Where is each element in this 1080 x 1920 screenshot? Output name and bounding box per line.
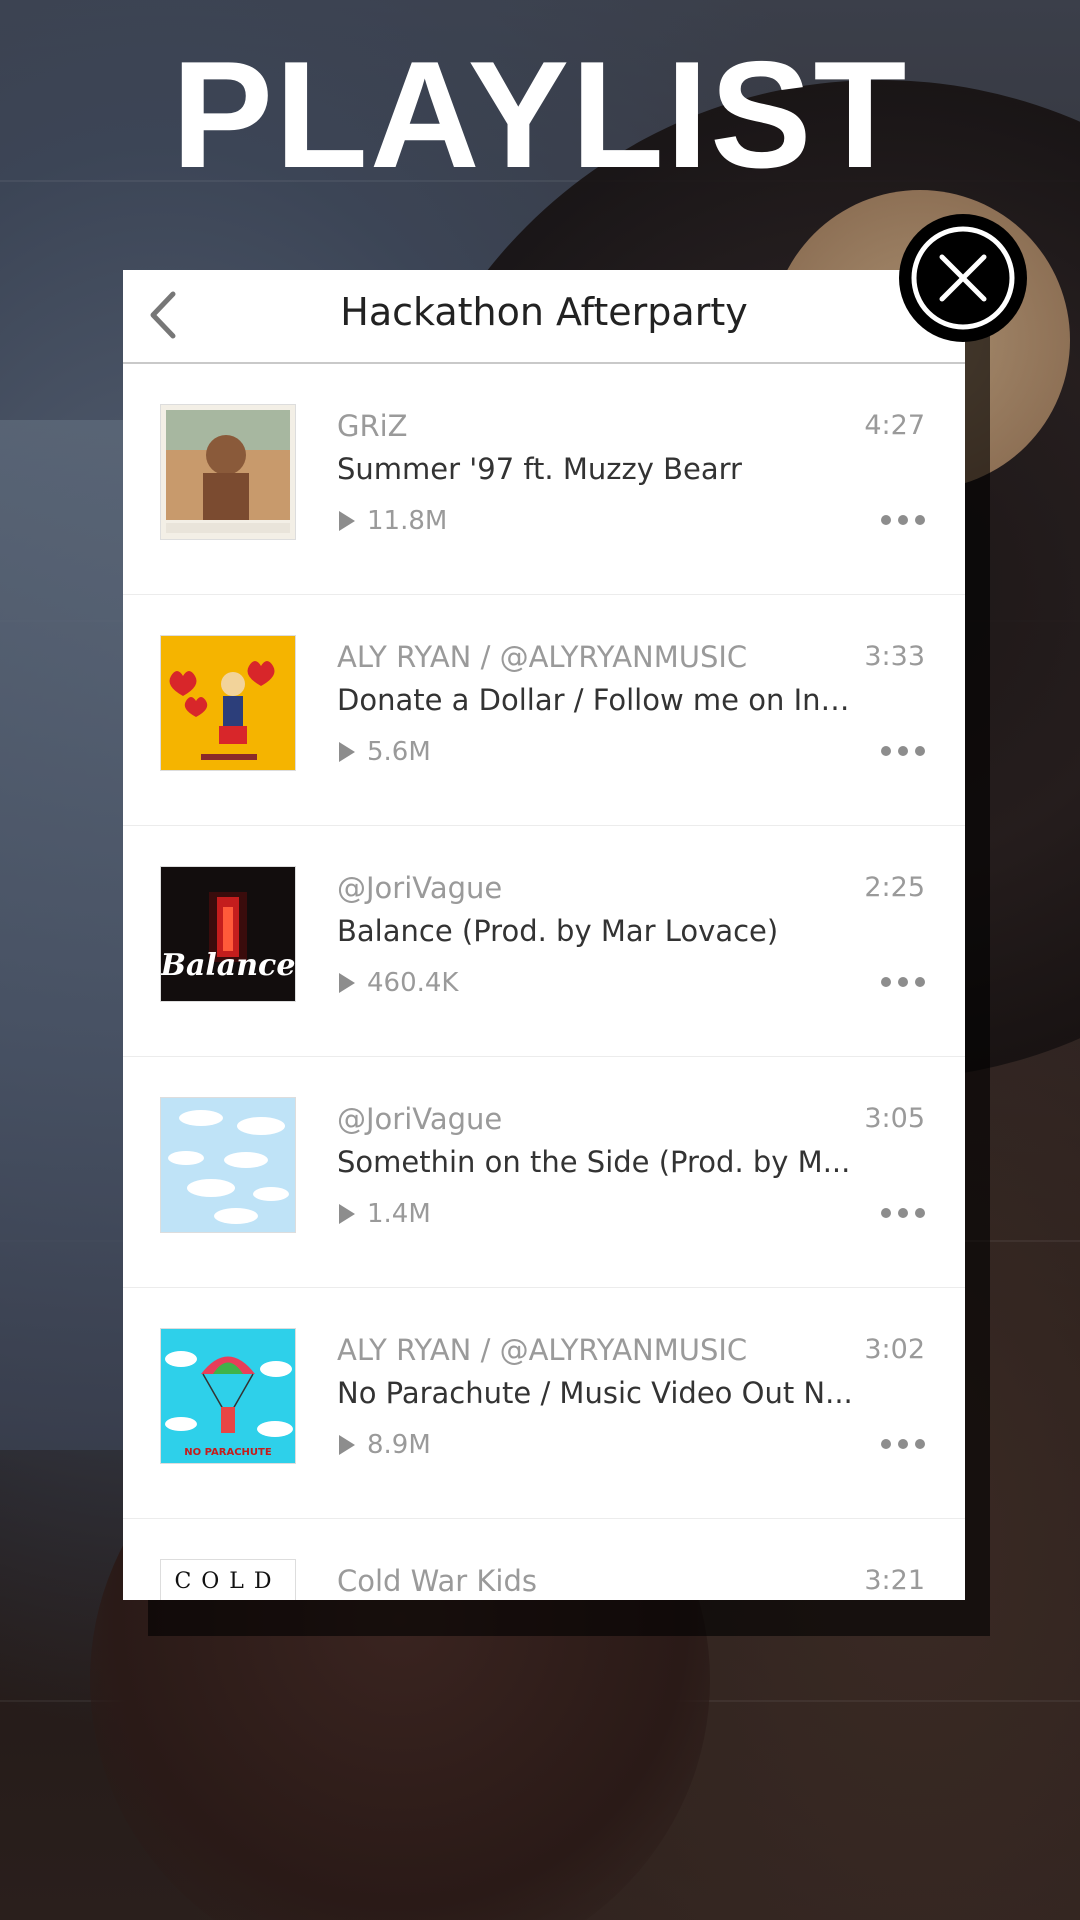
play-count-value: 5.6M [367, 737, 431, 767]
play-icon [339, 511, 355, 531]
album-art: Balance [161, 867, 295, 1001]
svg-text:COLD: COLD [174, 1569, 281, 1594]
play-count: 1.4M [337, 1194, 431, 1234]
track-artist: GRiZ [337, 409, 408, 443]
track-row[interactable]: Balance @JoriVague 2:25 Balance (Prod. b… [123, 826, 965, 1057]
track-row[interactable]: COLD Cold War Kids 3:21 [123, 1519, 965, 1600]
album-art [161, 636, 295, 770]
track-duration: 3:02 [864, 1334, 925, 1365]
play-count: 460.4K [337, 963, 458, 1003]
close-icon [899, 214, 1027, 342]
playlist-header: Hackathon Afterparty [123, 270, 965, 364]
track-artist: @JoriVague [337, 1102, 503, 1136]
track-row[interactable]: @JoriVague 3:05 Somethin on the Side (Pr… [123, 1057, 965, 1288]
more-options-button[interactable] [881, 1432, 925, 1456]
more-options-button[interactable] [881, 1201, 925, 1225]
play-icon [339, 1435, 355, 1455]
track-title: No Parachute / Music Video Out N... [337, 1376, 853, 1410]
playlist-card: Hackathon Afterparty GRiZ 4:27 Summer '9… [123, 270, 965, 1600]
track-title: Balance (Prod. by Mar Lovace) [337, 914, 779, 948]
play-count-value: 460.4K [367, 968, 459, 998]
track-row[interactable]: GRiZ 4:27 Summer '97 ft. Muzzy Bearr 11.… [123, 364, 965, 595]
play-count-value: 11.8M [367, 506, 448, 536]
play-count: 8.9M [337, 1425, 431, 1465]
play-icon [339, 1204, 355, 1224]
track-artist: @JoriVague [337, 871, 503, 905]
track-artist: ALY RYAN / @ALYRYANMUSIC [337, 1333, 748, 1367]
track-duration: 4:27 [864, 410, 925, 441]
play-count: 5.6M [337, 732, 431, 772]
play-count: 11.8M [337, 501, 447, 541]
page-title: PLAYLIST [171, 30, 909, 200]
playlist-title: Hackathon Afterparty [340, 290, 748, 334]
album-art: COLD [161, 1560, 295, 1600]
play-icon [339, 742, 355, 762]
play-icon [339, 973, 355, 993]
album-art: NO PARACHUTE [161, 1329, 295, 1463]
track-duration: 3:33 [864, 641, 925, 672]
more-options-button[interactable] [881, 739, 925, 763]
play-count-value: 8.9M [367, 1430, 431, 1460]
more-options-button[interactable] [881, 970, 925, 994]
album-art [161, 405, 295, 539]
track-duration: 3:05 [864, 1103, 925, 1134]
close-button[interactable] [898, 213, 1028, 343]
svg-text:NO PARACHUTE: NO PARACHUTE [184, 1447, 272, 1458]
track-title: Summer '97 ft. Muzzy Bearr [337, 452, 742, 486]
track-duration: 3:21 [864, 1565, 925, 1596]
track-row[interactable]: ALY RYAN / @ALYRYANMUSIC 3:33 Donate a D… [123, 595, 965, 826]
more-options-button[interactable] [881, 508, 925, 532]
play-count-value: 1.4M [367, 1199, 431, 1229]
svg-text:Balance: Balance [161, 948, 295, 983]
track-artist: Cold War Kids [337, 1564, 537, 1598]
album-art [161, 1098, 295, 1232]
track-duration: 2:25 [864, 872, 925, 903]
track-title: Donate a Dollar / Follow me on Inst... [337, 683, 857, 717]
track-row[interactable]: NO PARACHUTE ALY RYAN / @ALYRYANMUSIC 3:… [123, 1288, 965, 1519]
track-title: Somethin on the Side (Prod. by M... [337, 1145, 851, 1179]
track-artist: ALY RYAN / @ALYRYANMUSIC [337, 640, 748, 674]
